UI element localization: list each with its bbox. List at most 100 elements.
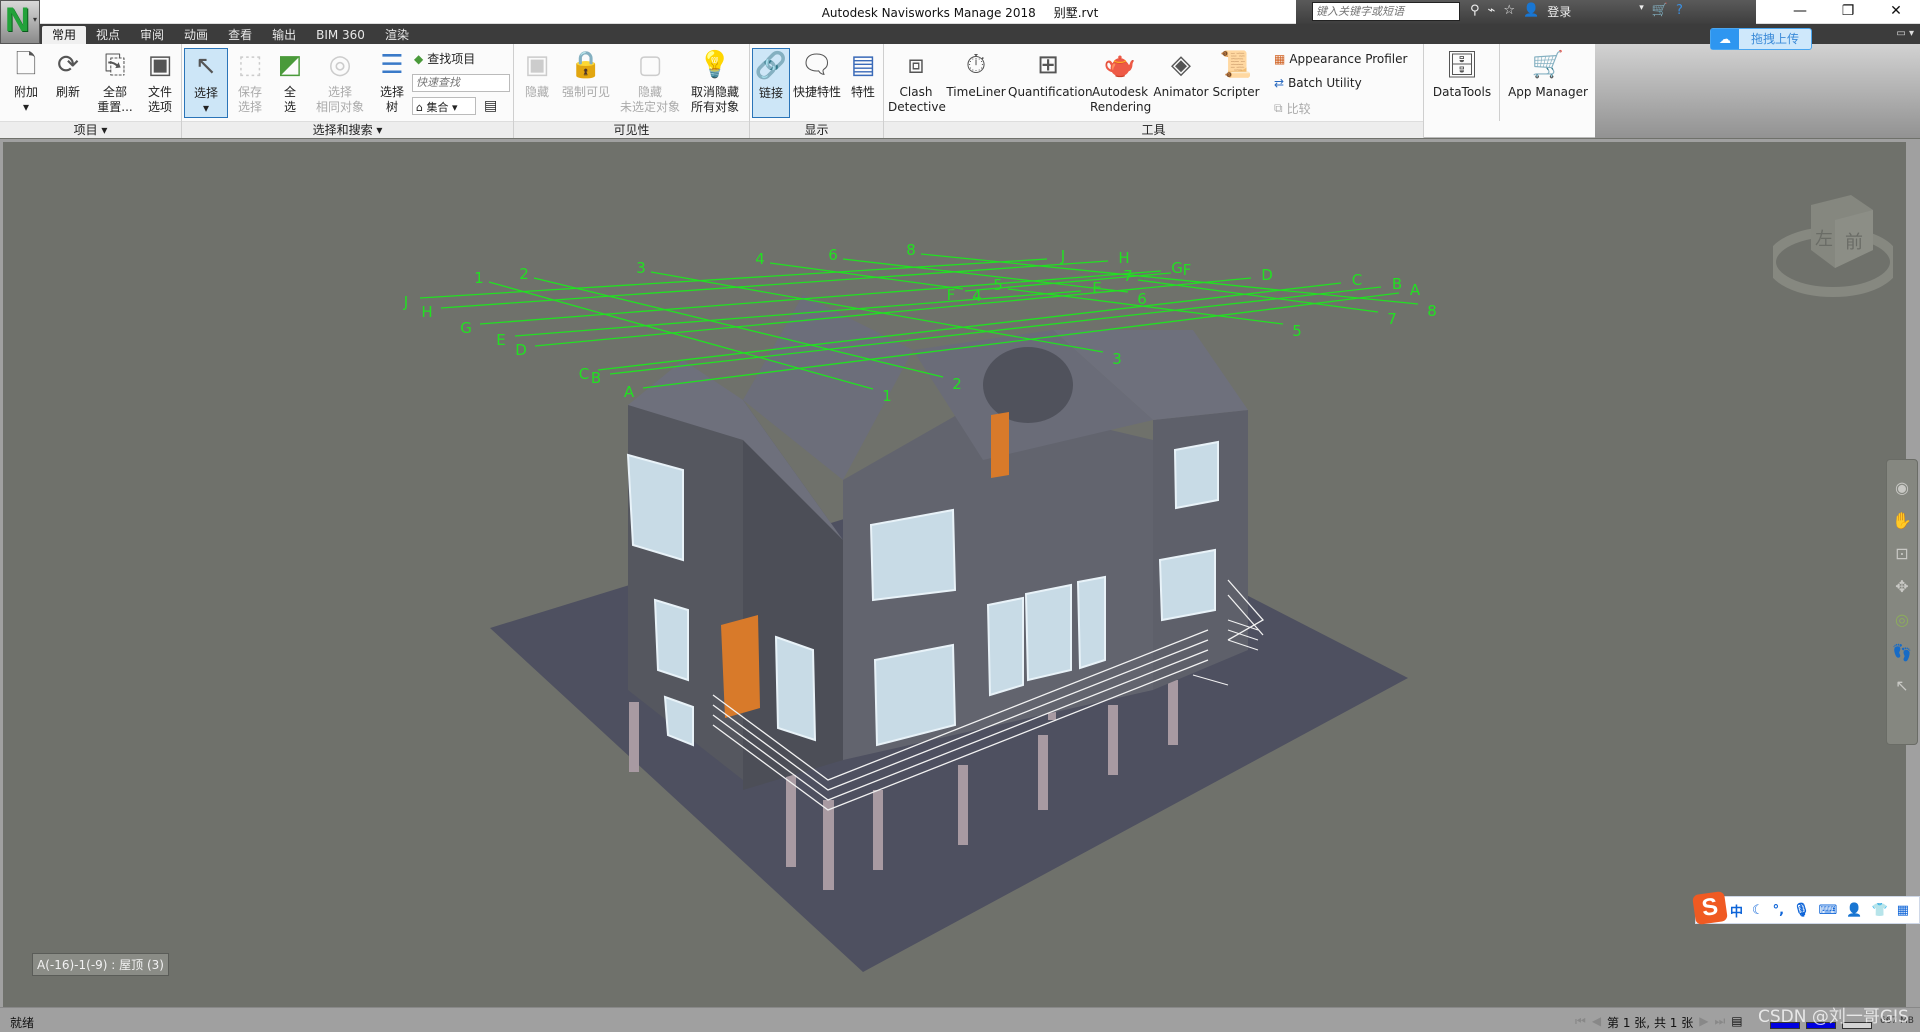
- ribbon-minimize-icon[interactable]: ▭ ▾: [1896, 28, 1914, 39]
- panel-app-manager: 🛒 App Manager: [1500, 44, 1595, 121]
- appearance-profiler-icon: ▦: [1274, 52, 1286, 66]
- select-button[interactable]: ↖ 选择 ▾: [184, 48, 228, 118]
- tab-view[interactable]: 查看: [218, 26, 262, 44]
- app-manager-button[interactable]: 🛒 App Manager: [1504, 48, 1592, 100]
- file-name: 别墅.rvt: [1053, 6, 1099, 20]
- links-button[interactable]: 🔗 链接: [752, 48, 790, 118]
- panel-title[interactable]: 项目 ▾: [0, 121, 181, 138]
- reset-all-button[interactable]: ⎘ 全部 重置...: [92, 48, 138, 115]
- upload-widget[interactable]: ☁ 拖拽上传: [1710, 28, 1812, 50]
- help-icon[interactable]: ?: [1676, 3, 1683, 20]
- keyboard-icon[interactable]: ⌨: [1819, 903, 1838, 918]
- timeliner-button[interactable]: ⏱ TimeLiner: [946, 48, 1006, 100]
- steering-wheel-icon[interactable]: ◉: [1895, 478, 1909, 497]
- compare-button[interactable]: ⧉ 比较: [1274, 100, 1311, 117]
- quantification-button[interactable]: ⊞ Quantification: [1008, 48, 1093, 100]
- satellite-icon[interactable]: ⌁: [1488, 3, 1496, 20]
- datatools-button[interactable]: 🗄 DataTools: [1428, 48, 1496, 100]
- restore-button[interactable]: ❐: [1824, 0, 1872, 24]
- last-sheet-icon[interactable]: ⏭: [1714, 1014, 1725, 1031]
- quick-properties-icon: 🗨: [800, 50, 834, 80]
- ime-mode-toggle[interactable]: 中: [1730, 901, 1743, 920]
- properties-button[interactable]: ▤ 特性: [846, 48, 880, 100]
- toolbox-grid-icon[interactable]: ▦: [1897, 903, 1909, 918]
- scripter-button[interactable]: 📜 Scripter: [1212, 48, 1260, 100]
- sheet-browser-icon[interactable]: ▤: [1731, 1014, 1742, 1031]
- grid-label-2: 2: [952, 375, 962, 393]
- clash-detective-button[interactable]: ⧈ Clash Detective: [888, 48, 946, 115]
- viewcube-front-face[interactable]: 前: [1845, 232, 1863, 253]
- binoculars-icon[interactable]: ⚲: [1470, 3, 1480, 20]
- autodesk-rendering-button[interactable]: 🫖 Autodesk Rendering: [1090, 48, 1151, 115]
- tab-bim360[interactable]: BIM 360: [306, 26, 375, 44]
- grid-label-1: 1: [474, 269, 484, 287]
- appearance-profiler-button[interactable]: ▦ Appearance Profiler: [1274, 52, 1407, 66]
- quick-properties-button[interactable]: 🗨 快捷特性: [792, 48, 842, 100]
- first-sheet-icon[interactable]: ⏮: [1575, 1014, 1586, 1031]
- navigation-bar: ◉ ✋ ⊡ ✥ ◎ 👣 ↖: [1886, 459, 1918, 745]
- dropdown-icon[interactable]: ▾: [1639, 3, 1644, 20]
- tab-viewpoint[interactable]: 视点: [86, 26, 130, 44]
- minimize-button[interactable]: —: [1776, 0, 1824, 24]
- half-width-moon-icon[interactable]: ☾: [1752, 903, 1764, 918]
- zoom-window-icon[interactable]: ⊡: [1895, 544, 1908, 563]
- star-icon[interactable]: ☆: [1503, 3, 1515, 20]
- manage-sets-icon[interactable]: ▤: [484, 98, 497, 114]
- status-text: 就绪: [10, 1016, 35, 1030]
- find-items-button[interactable]: ◆ 查找项目: [414, 50, 475, 67]
- quick-find-input[interactable]: [412, 74, 510, 92]
- pan-hand-icon[interactable]: ✋: [1892, 511, 1912, 530]
- viewcube-left-face[interactable]: 左: [1815, 229, 1833, 250]
- login-link[interactable]: 登录: [1547, 3, 1571, 20]
- save-selection-button[interactable]: ⬚ 保存 选择: [230, 48, 270, 115]
- grid-line-6: [842, 258, 1129, 293]
- prev-sheet-icon[interactable]: ◀: [1592, 1014, 1601, 1031]
- orbit-icon[interactable]: ✥: [1895, 577, 1908, 596]
- title-bar: Autodesk Navisworks Manage 2018 别墅.rvt ⚲ …: [0, 0, 1920, 24]
- panel-title[interactable]: 选择和搜索 ▾: [182, 121, 513, 138]
- panel-project: 🗋 附加 ▾ ⟳ 刷新 ⎘ 全部 重置... ▣ 文件 选项 项目 ▾: [0, 44, 182, 138]
- tab-animation[interactable]: 动画: [174, 26, 218, 44]
- tab-output[interactable]: 输出: [262, 26, 306, 44]
- batch-utility-button[interactable]: ⇄ Batch Utility: [1274, 76, 1362, 90]
- animator-button[interactable]: ◈ Animator: [1152, 48, 1210, 100]
- select-all-button[interactable]: ◩ 全 选: [272, 48, 308, 115]
- file-options-icon: ▣: [147, 50, 173, 80]
- next-sheet-icon[interactable]: ▶: [1699, 1014, 1708, 1031]
- append-icon: 🗋: [15, 50, 37, 80]
- append-button[interactable]: 🗋 附加 ▾: [6, 48, 46, 115]
- select-same-button[interactable]: ◎ 选择 相同对象: [310, 48, 370, 115]
- application-menu-button[interactable]: N ▾: [0, 0, 40, 44]
- tab-render[interactable]: 渲染: [375, 26, 419, 44]
- ribbon: 🗋 附加 ▾ ⟳ 刷新 ⎘ 全部 重置... ▣ 文件 选项 项目 ▾ ↖ 选择 ▾ ⬚ 保存 …: [0, 44, 1595, 138]
- close-button[interactable]: ✕: [1872, 0, 1920, 24]
- sheet-pager: ⏮ ◀ 第 1 张, 共 1 张 ▶ ⏭ ▤: [1575, 1014, 1743, 1031]
- file-options-button[interactable]: ▣ 文件 选项: [140, 48, 180, 115]
- require-button[interactable]: 🔒 强制可见: [556, 48, 616, 100]
- select-cursor-icon[interactable]: ↖: [1895, 676, 1908, 695]
- look-around-icon[interactable]: ◎: [1895, 610, 1909, 629]
- search-input[interactable]: [1312, 2, 1460, 21]
- user-account-icon[interactable]: 👤: [1846, 903, 1862, 918]
- 3d-viewport[interactable]: AABBCCDDEEFFGGHHJJ1122334455667788 左 前 ◉…: [0, 139, 1920, 1007]
- skin-shirt-icon[interactable]: 👕: [1872, 903, 1888, 918]
- sets-dropdown[interactable]: ⌂ 集合 ▾: [412, 97, 476, 115]
- walk-footprints-icon[interactable]: 👣: [1892, 643, 1912, 662]
- hide-button[interactable]: ▣ 隐藏: [520, 48, 554, 100]
- cart-icon[interactable]: 🛒: [1652, 3, 1668, 20]
- grid-line-C: [597, 282, 1342, 371]
- unhide-all-button[interactable]: 💡 取消隐藏 所有对象: [684, 48, 746, 115]
- panel-visibility: ▣ 隐藏 🔒 强制可见 ▢ 隐藏 未选定对象 💡 取消隐藏 所有对象 可见性: [514, 44, 750, 138]
- teapot-icon: 🫖: [1103, 50, 1137, 80]
- grid-label-F: F: [947, 286, 956, 304]
- microphone-icon[interactable]: 🎙: [1793, 903, 1810, 918]
- viewcube[interactable]: 左 前: [1773, 190, 1893, 300]
- user-icon[interactable]: 👤: [1523, 3, 1539, 20]
- tab-review[interactable]: 审阅: [130, 26, 174, 44]
- hide-unselected-button[interactable]: ▢ 隐藏 未选定对象: [618, 48, 682, 115]
- cloud-icon: ☁: [1711, 29, 1739, 49]
- selection-tree-button[interactable]: ☰ 选择 树: [374, 48, 410, 115]
- tab-home[interactable]: 常用: [42, 26, 87, 44]
- refresh-button[interactable]: ⟳ 刷新: [48, 48, 88, 100]
- punctuation-icon[interactable]: °,: [1773, 903, 1784, 918]
